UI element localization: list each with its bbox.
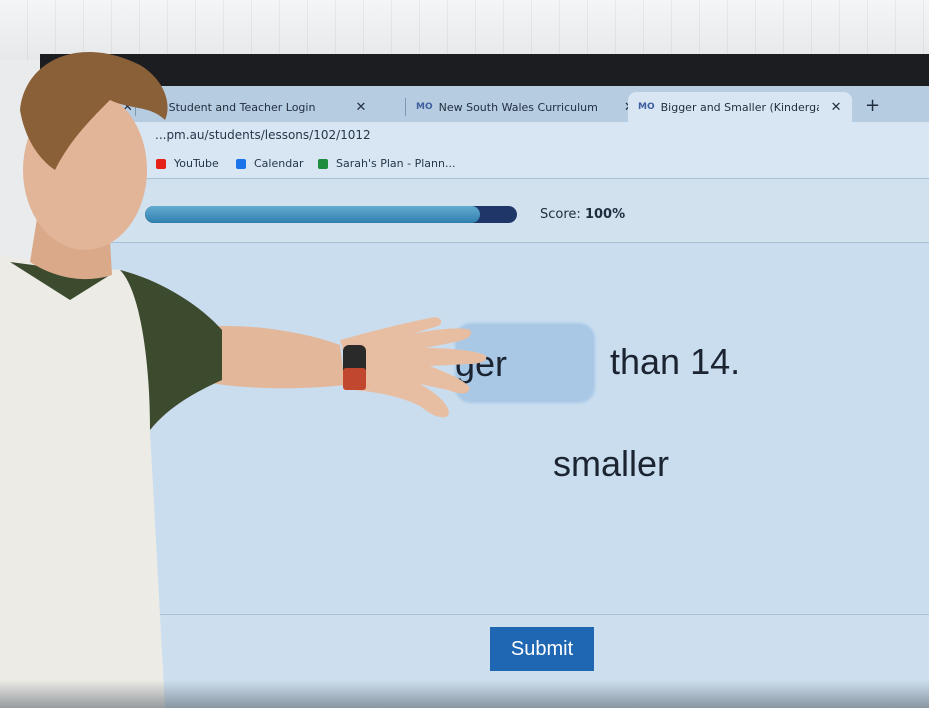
bookmark-label: Sarah's Plan - Plann... <box>336 157 456 170</box>
tab-label: Bigger and Smaller (Kindergarten <box>660 100 819 114</box>
tab-login[interactable]: MO Student and Teacher Login ✕ <box>146 92 366 122</box>
browser-screen: ✕ MO Student and Teacher Login ✕ MO New … <box>50 86 929 708</box>
lesson-content: ger than 14. smaller <box>50 243 929 613</box>
option-smaller[interactable]: smaller <box>553 443 669 485</box>
bookmark-sarahs-plan[interactable]: Sarah's Plan - Plann... <box>318 157 455 170</box>
new-tab-icon[interactable]: + <box>865 95 880 116</box>
progress-bar <box>145 206 517 223</box>
close-icon[interactable]: ✕ <box>831 100 842 115</box>
progress-fill <box>145 206 480 223</box>
tab-curriculum[interactable]: MO New South Wales Curriculum ✕ <box>416 92 635 122</box>
submit-button[interactable]: Submit <box>490 627 594 671</box>
close-icon[interactable]: ✕ <box>355 100 366 115</box>
classroom-wall <box>0 0 929 60</box>
score: Score: 100% <box>540 207 625 222</box>
tab-label: New South Wales Curriculum <box>438 100 598 114</box>
mo-icon: MO <box>638 102 655 112</box>
bookmark-label: Calendar <box>254 157 304 170</box>
bookmark-label: YouTube <box>174 157 219 170</box>
score-value: 100% <box>584 207 626 222</box>
tab-separator <box>405 98 406 116</box>
address-bar[interactable]: ...pm.au/students/lessons/102/1012 <box>50 122 929 150</box>
plan-icon <box>318 158 328 169</box>
progress-area: Score: 100% <box>50 186 929 243</box>
url-text[interactable]: ...pm.au/students/lessons/102/1012 <box>155 128 371 142</box>
tab-close-previous[interactable]: ✕ <box>110 92 133 122</box>
bookmarks-bar: YouTube Calendar Sarah's Plan - Plann... <box>50 150 929 179</box>
tab-label: Student and Teacher Login <box>168 100 316 114</box>
close-icon[interactable]: ✕ <box>122 100 133 115</box>
score-label: Score: <box>540 207 581 222</box>
tab-strip: ✕ MO Student and Teacher Login ✕ MO New … <box>50 86 929 122</box>
bookmark-youtube[interactable]: YouTube <box>156 157 219 170</box>
calendar-icon <box>236 158 246 169</box>
tab-bigger-smaller[interactable]: MO Bigger and Smaller (Kindergarten ✕ <box>628 92 852 122</box>
mo-icon: MO <box>416 102 433 112</box>
tab-separator <box>135 98 136 116</box>
youtube-icon <box>156 158 166 169</box>
sentence-end: than 14. <box>610 341 741 382</box>
bookmark-calendar[interactable]: Calendar <box>236 157 303 170</box>
chip-word[interactable]: ger <box>455 343 507 385</box>
mo-icon: MO <box>146 102 163 112</box>
bottom-shadow <box>0 680 929 708</box>
